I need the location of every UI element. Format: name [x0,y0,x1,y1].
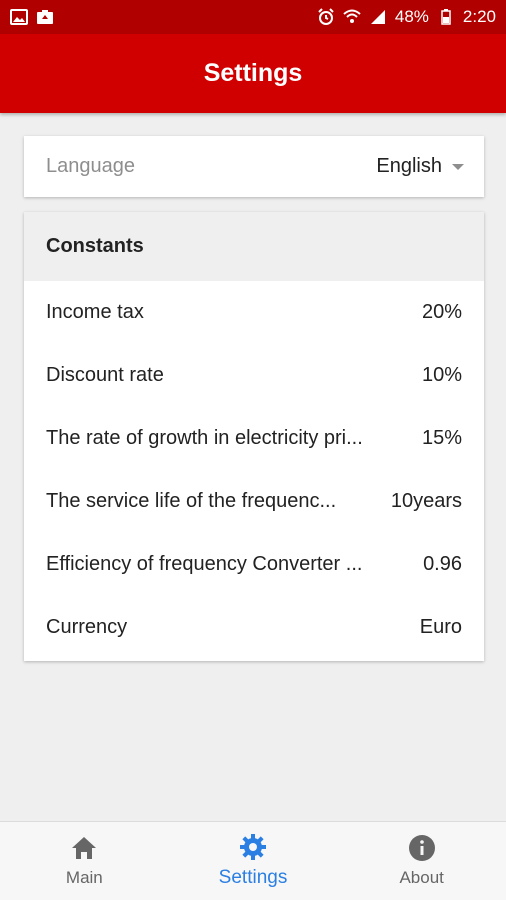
page-title: Settings [203,59,303,87]
nav-about[interactable]: About [337,822,506,900]
constant-value: Euro [419,616,462,638]
constant-row-service-life[interactable]: The service life of the frequenc... 10ye… [24,470,484,533]
constant-row-discount-rate[interactable]: Discount rate 10% [24,344,484,407]
wifi-icon [343,9,361,25]
home-icon [70,834,98,862]
status-bar: 48% 2:20 [0,0,506,34]
app-bar: Settings [0,34,506,113]
status-right: 48% 2:20 [317,7,496,27]
status-left [10,9,54,25]
image-icon [10,9,28,25]
constant-value: 15% [421,427,462,449]
nav-main-label: Main [65,868,103,887]
constant-label: Efficiency of frequency Converter ... [46,553,363,575]
constant-row-income-tax[interactable]: Income tax 20% [24,281,484,344]
chevron-down-icon [452,163,464,170]
constant-label: Income tax [46,301,144,323]
alarm-icon [317,8,335,25]
battery-percent: 48% [394,7,429,26]
photo-upload-icon [36,9,54,25]
constant-label: The service life of the frequenc... [46,490,337,512]
signal-icon [369,9,387,25]
language-card: Language English [24,136,484,197]
constant-value: 0.96 [423,553,462,575]
language-label: Language [46,155,135,177]
bottom-navigation: Main Settings About [0,821,506,900]
info-icon [408,834,436,862]
constant-row-efficiency[interactable]: Efficiency of frequency Converter ... 0.… [24,533,484,596]
language-dropdown[interactable]: English [376,155,464,178]
constants-card: Constants Income tax 20% Discount rate 1… [24,212,484,661]
status-time: 2:20 [462,7,496,26]
constant-value: 20% [421,301,462,323]
battery-icon [437,9,455,25]
nav-settings-label: Settings [218,867,288,888]
constant-label: Discount rate [46,364,164,386]
nav-about-label: About [399,868,444,887]
constant-row-currency[interactable]: Currency Euro [24,596,484,659]
nav-main[interactable]: Main [0,822,169,900]
gear-icon [239,833,267,861]
constant-row-electricity-growth[interactable]: The rate of growth in electricity pri...… [24,407,484,470]
constant-value: 10% [421,364,462,386]
constant-value: 10years [390,490,462,512]
language-value: English [376,155,442,177]
constant-label: Currency [46,616,128,638]
constants-header: Constants [24,212,484,281]
nav-settings[interactable]: Settings [169,822,338,900]
constant-label: The rate of growth in electricity pri... [46,427,363,449]
